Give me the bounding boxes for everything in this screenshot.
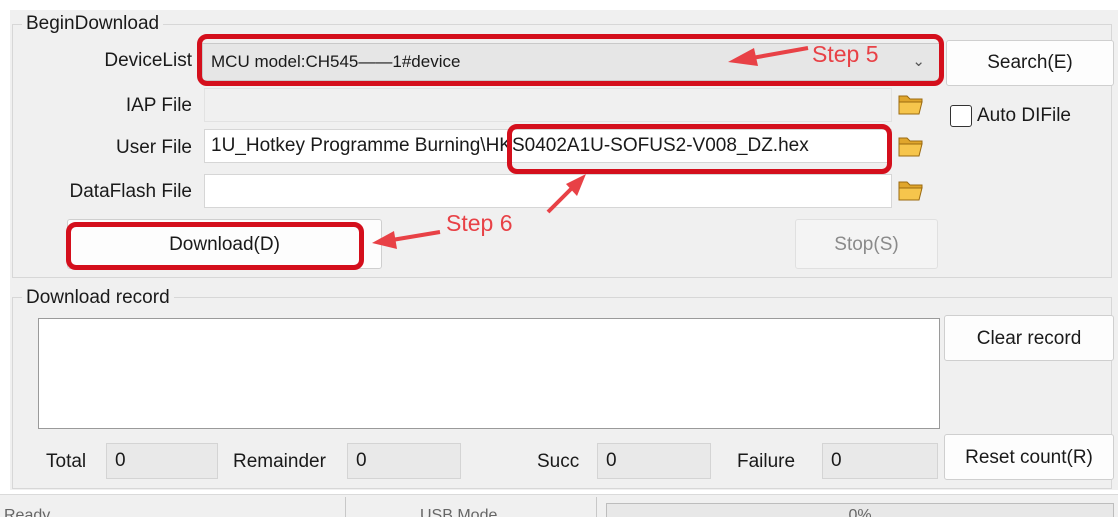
status-ready: Ready	[4, 507, 51, 517]
auto-difile-label: Auto DIFile	[977, 105, 1071, 126]
clear-record-button[interactable]: Clear record	[944, 315, 1114, 361]
search-button[interactable]: Search(E)	[946, 40, 1114, 86]
status-separator	[345, 497, 346, 517]
folder-open-icon[interactable]	[897, 133, 925, 159]
iap-file-label: IAP File	[125, 95, 192, 116]
step6-download-highlight	[66, 222, 364, 270]
succ-label: Succ	[537, 451, 580, 472]
download-record-title: Download record	[22, 286, 174, 310]
step6-label: Step 6	[446, 210, 513, 236]
status-separator	[596, 497, 597, 517]
dataflash-file-label: DataFlash File	[69, 181, 193, 202]
total-count: 0	[106, 443, 218, 479]
user-file-label: User File	[115, 137, 192, 158]
failure-label: Failure	[737, 451, 796, 472]
auto-difile-checkbox[interactable]	[950, 105, 972, 127]
begin-download-title: BeginDownload	[22, 12, 164, 36]
total-label: Total	[46, 451, 87, 472]
step5-label: Step 5	[812, 41, 879, 67]
succ-count: 0	[597, 443, 711, 479]
reset-count-button[interactable]: Reset count(R)	[944, 434, 1114, 480]
stop-button[interactable]: Stop(S)	[795, 219, 938, 269]
remainder-count: 0	[347, 443, 461, 479]
device-list-label: DeviceList	[104, 50, 192, 71]
progress-bar: 0%	[606, 503, 1114, 517]
failure-count: 0	[822, 443, 938, 479]
iap-file-input[interactable]	[204, 88, 892, 122]
status-mode: USB Mode	[420, 507, 498, 517]
folder-open-icon[interactable]	[897, 91, 925, 117]
progress-text: 0%	[848, 507, 872, 517]
status-bar: Ready USB Mode 0%	[0, 494, 1118, 517]
folder-open-icon[interactable]	[897, 177, 925, 203]
step6-file-highlight	[507, 124, 892, 174]
remainder-label: Remainder	[233, 451, 326, 472]
download-record-log[interactable]	[38, 318, 940, 429]
dataflash-file-input[interactable]	[204, 174, 892, 208]
